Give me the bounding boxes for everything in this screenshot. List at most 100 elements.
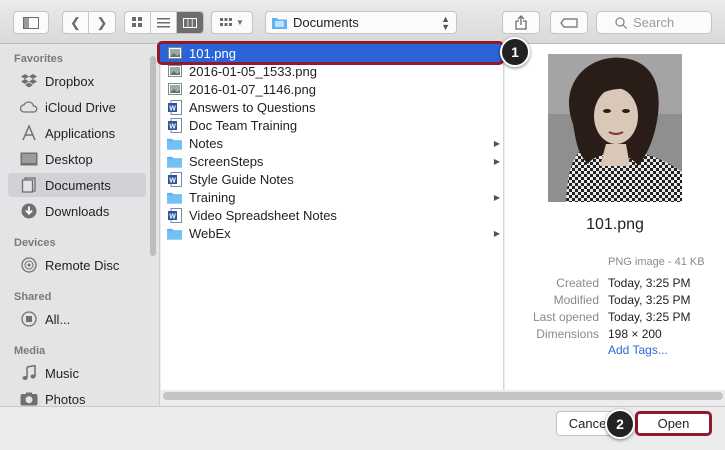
sidebar-item-label: All...	[45, 311, 71, 327]
file-row[interactable]: ScreenSteps ▶	[161, 152, 504, 170]
file-row[interactable]: W Doc Team Training	[161, 116, 504, 134]
tag-icon	[560, 17, 578, 28]
chevron-right-icon: ▶	[493, 156, 500, 166]
preview-filename: 101.png	[586, 216, 644, 233]
file-row[interactable]: W Answers to Questions	[161, 98, 504, 116]
arrange-button[interactable]: ▼	[211, 11, 253, 34]
svg-text:W: W	[169, 105, 176, 112]
chevron-right-icon: ▶	[493, 228, 500, 238]
sidebar-section-shared: Shared	[14, 291, 52, 303]
word-document-icon: W	[167, 171, 182, 187]
preview-field-value: Today, 3:25 PM	[608, 310, 691, 324]
sidebar-item-label: Documents	[45, 177, 111, 193]
column-view-button[interactable]	[177, 12, 203, 33]
file-name: ScreenSteps	[189, 153, 264, 169]
search-placeholder: Search	[633, 15, 675, 30]
horizontal-scrollbar[interactable]	[163, 392, 723, 400]
preview-field-value: 198 × 200	[608, 327, 662, 341]
sidebar-scrollbar[interactable]	[150, 56, 156, 256]
list-icon	[157, 17, 170, 27]
share-button[interactable]	[502, 11, 540, 34]
downloads-icon	[20, 202, 38, 220]
cloud-icon	[20, 98, 38, 116]
file-name: 2016-01-07_1146.png	[189, 81, 316, 97]
chevron-down-icon: ▼	[236, 18, 244, 27]
documents-icon	[20, 176, 38, 194]
sidebar-item-photos[interactable]: Photos	[8, 387, 146, 406]
music-icon	[20, 364, 38, 382]
preview-kind: PNG image - 41 KB	[608, 256, 705, 268]
updown-chevron-icon: ▲ ▼	[441, 14, 450, 32]
grid-icon	[132, 17, 142, 27]
sidebar: Favorites Dropbox iCloud Drive Applicati…	[0, 44, 160, 406]
arrange-icon	[220, 17, 233, 26]
chevron-left-icon: ❮	[70, 14, 81, 30]
file-row[interactable]: Notes ▶	[161, 134, 504, 152]
preview-field-label: Dimensions	[536, 327, 599, 341]
sidebar-item-desktop[interactable]: Desktop	[8, 147, 146, 171]
word-document-icon: W	[167, 207, 182, 223]
callout-badge-1: 1	[500, 37, 530, 67]
sidebar-item-applications[interactable]: Applications	[8, 121, 146, 145]
sidebar-item-label: Applications	[45, 125, 116, 141]
file-name: Doc Team Training	[189, 117, 298, 133]
file-row[interactable]: W Style Guide Notes	[161, 170, 504, 188]
search-icon	[615, 16, 627, 29]
sidebar-item-all[interactable]: All...	[8, 307, 146, 331]
search-field[interactable]: Search	[596, 11, 712, 34]
svg-text:W: W	[169, 213, 176, 220]
file-row[interactable]: Training ▶	[161, 188, 504, 206]
sidebar-item-downloads[interactable]: Downloads	[8, 199, 146, 223]
callout-highlight-box-1	[157, 41, 504, 65]
file-name: WebEx	[189, 225, 231, 241]
sidebar-item-music[interactable]: Music	[8, 361, 146, 385]
columns-icon	[183, 17, 197, 28]
view-mode-control	[124, 11, 204, 34]
file-name: Answers to Questions	[189, 99, 316, 115]
chevron-right-icon: ❯	[96, 14, 108, 30]
forward-button[interactable]: ❯	[89, 12, 115, 33]
sidebar-section-favorites: Favorites	[14, 53, 63, 65]
list-view-button[interactable]	[151, 12, 177, 33]
file-name: Video Spreadsheet Notes	[189, 207, 337, 223]
dropbox-icon	[20, 72, 38, 90]
image-thumbnail	[548, 54, 682, 202]
file-row[interactable]: W Video Spreadsheet Notes	[161, 206, 504, 224]
sidebar-item-label: Remote Disc	[45, 257, 120, 273]
sidebar-item-documents[interactable]: Documents	[8, 173, 146, 197]
preview-field-value: Today, 3:25 PM	[608, 293, 691, 307]
file-name: 2016-01-05_1533.png	[189, 63, 317, 79]
nav-buttons: ❮ ❯	[62, 11, 116, 34]
sidebar-item-label: Music	[45, 365, 79, 381]
sidebar-item-label: iCloud Drive	[45, 99, 116, 115]
back-button[interactable]: ❮	[63, 12, 89, 33]
sidebar-item-label: Dropbox	[45, 73, 95, 89]
icon-view-button[interactable]	[125, 12, 151, 33]
file-row[interactable]: 2016-01-07_1146.png	[161, 80, 504, 98]
sidebar-item-label: Photos	[45, 391, 86, 407]
file-row[interactable]: WebEx ▶	[161, 224, 504, 242]
open-button[interactable]: Open	[635, 411, 712, 436]
add-tags-link[interactable]: Add Tags...	[608, 343, 668, 357]
sidebar-toggle-button[interactable]	[13, 11, 49, 34]
sidebar-item-dropbox[interactable]: Dropbox	[8, 69, 146, 93]
tag-button[interactable]	[550, 11, 588, 34]
file-name: Notes	[189, 135, 223, 151]
share-icon	[515, 15, 527, 30]
image-file-icon	[167, 82, 182, 97]
sidebar-item-icloud-drive[interactable]: iCloud Drive	[8, 95, 146, 119]
image-file-icon	[167, 64, 182, 79]
location-popup[interactable]: Documents ▲ ▼	[265, 11, 457, 34]
word-document-icon: W	[167, 117, 182, 133]
preview-field-label: Modified	[553, 293, 599, 307]
network-icon	[20, 310, 38, 328]
sidebar-section-devices: Devices	[14, 237, 56, 249]
sidebar-item-remote-disc[interactable]: Remote Disc	[8, 253, 146, 277]
toolbar: ❮ ❯ ▼ Documents ▲ ▼ Search	[0, 0, 725, 44]
callout-badge-2: 2	[605, 409, 635, 439]
sidebar-section-media: Media	[14, 345, 46, 357]
preview-pane: 101.png PNG image - 41 KB Created Today,…	[505, 44, 725, 390]
svg-text:W: W	[169, 123, 176, 130]
file-name: Training	[189, 189, 236, 205]
file-name: Style Guide Notes	[189, 171, 294, 187]
